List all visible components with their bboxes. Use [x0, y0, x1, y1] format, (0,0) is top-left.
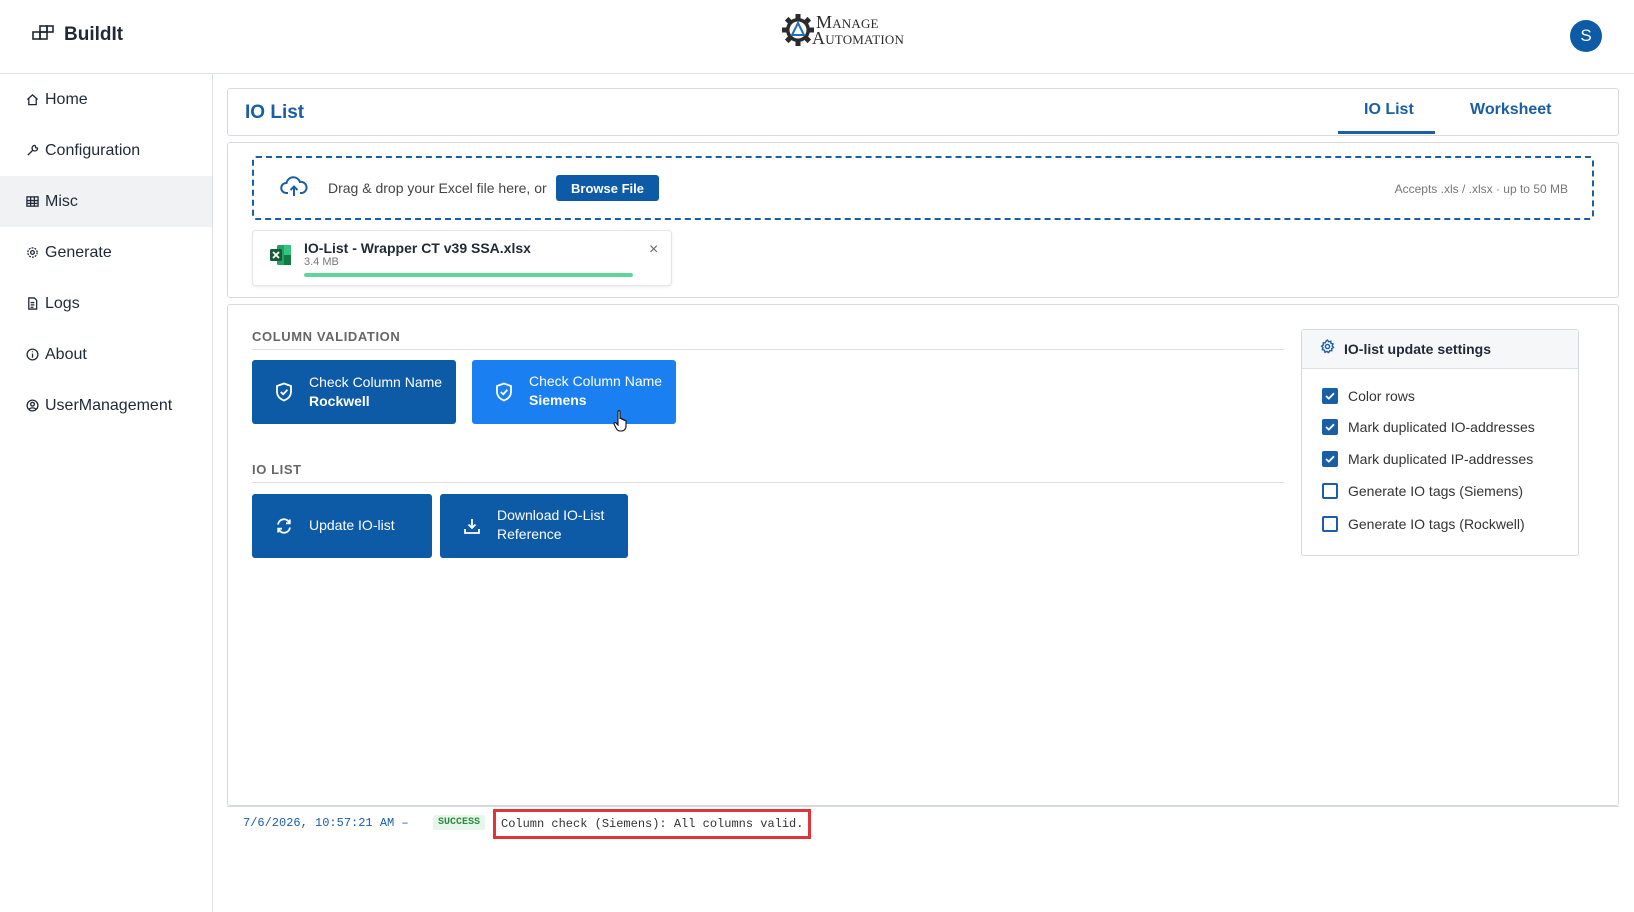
remove-file-button[interactable]: ×	[649, 241, 658, 259]
accepted-formats: Accepts .xls / .xlsx · up to 50 MB	[1394, 182, 1568, 196]
log-message: Column check (Siemens): All columns vali…	[493, 809, 812, 839]
setting-label: Generate IO tags (Rockwell)	[1348, 516, 1525, 532]
sidebar-item-logs[interactable]: Logs	[0, 278, 212, 329]
setting-label: Generate IO tags (Siemens)	[1348, 483, 1524, 499]
top-bar: BuildIt Manage Automation S	[0, 0, 1634, 74]
button-label: Update IO-list	[309, 517, 395, 533]
button-label-line2: Rockwell	[309, 393, 370, 409]
divider	[252, 349, 1284, 350]
gear-logo-icon	[782, 14, 814, 46]
sidebar-item-generate[interactable]: Generate	[0, 227, 212, 278]
sidebar-item-configuration[interactable]: Configuration	[0, 125, 212, 176]
status-badge: SUCCESS	[433, 815, 486, 830]
tab-io-list[interactable]: IO List	[1364, 101, 1414, 119]
uploaded-file-card: IO-List - Wrapper CT v39 SSA.xlsx 3.4 MB…	[252, 230, 672, 286]
file-size: 3.4 MB	[304, 256, 339, 268]
checkbox[interactable]	[1322, 483, 1338, 499]
blocks-icon	[32, 24, 54, 46]
checkbox[interactable]	[1322, 451, 1338, 467]
upload-progress-bar	[304, 273, 633, 277]
document-icon	[25, 297, 39, 311]
main-content: IO List IO List Worksheet Drag & drop yo…	[213, 74, 1634, 912]
divider	[252, 482, 1284, 483]
setting-label: Color rows	[1348, 388, 1415, 404]
company-logo: Manage Automation	[780, 12, 904, 48]
grid-icon	[25, 195, 39, 209]
user-circle-icon	[25, 399, 39, 413]
setting-generate-io-tags-siemens[interactable]: Generate IO tags (Siemens)	[1322, 483, 1523, 499]
upload-panel: Drag & drop your Excel file here, or Bro…	[227, 142, 1619, 298]
refresh-icon	[275, 517, 293, 535]
setting-generate-io-tags-rockwell[interactable]: Generate IO tags (Rockwell)	[1322, 516, 1525, 532]
sidebar-item-label: Generate	[45, 243, 112, 261]
page-title: IO List	[245, 102, 305, 123]
setting-label: Mark duplicated IO-addresses	[1348, 419, 1535, 435]
download-io-list-reference-button[interactable]: Download IO-List Reference	[440, 494, 628, 558]
setting-label: Mark duplicated IP-addresses	[1348, 451, 1534, 467]
status-log: 7/6/2026, 10:57:21 AM – SUCCESS Column c…	[227, 806, 1619, 839]
settings-header: IO-list update settings	[1302, 330, 1578, 369]
sidebar-item-label: Home	[45, 90, 88, 108]
home-icon	[25, 93, 39, 107]
button-label-line2: Reference	[497, 526, 562, 542]
log-timestamp: 7/6/2026, 10:57:21 AM –	[243, 816, 409, 830]
upload-progress-fill	[304, 273, 633, 277]
avatar[interactable]: S	[1570, 20, 1602, 52]
wrench-icon	[25, 144, 39, 158]
sidebar-item-usermanagement[interactable]: UserManagement	[0, 380, 212, 431]
sidebar-item-label: Configuration	[45, 141, 141, 159]
actions-panel: COLUMN VALIDATION Check Column Name Rock…	[227, 304, 1619, 806]
excel-file-icon	[269, 243, 293, 272]
button-label-line1: Check Column Name	[309, 374, 443, 390]
info-icon	[25, 348, 39, 362]
active-tab-indicator	[1338, 131, 1435, 134]
button-label-line2: Siemens	[529, 392, 587, 408]
hand-pointer-cursor-icon	[613, 409, 631, 438]
logo-line-2: Automation	[812, 28, 905, 48]
sidebar-item-label: Logs	[45, 294, 80, 312]
page-header: IO List IO List Worksheet	[227, 88, 1619, 136]
gear-icon	[25, 246, 39, 260]
check-column-siemens-button[interactable]: Check Column Name Siemens	[472, 360, 676, 424]
button-label-line1: Check Column Name	[529, 373, 663, 389]
dropzone-prompt: Drag & drop your Excel file here, or	[328, 180, 547, 196]
sidebar-item-home[interactable]: Home	[0, 74, 212, 125]
io-list-settings-panel: IO-list update settings Color rows Mark …	[1301, 329, 1579, 556]
brand[interactable]: BuildIt	[32, 24, 123, 46]
section-title-column-validation: COLUMN VALIDATION	[252, 329, 401, 344]
section-title-io-list: IO LIST	[252, 462, 302, 477]
cloud-upload-icon	[280, 176, 308, 203]
settings-title: IO-list update settings	[1344, 341, 1492, 357]
gear-icon	[1320, 339, 1335, 359]
app-name: BuildIt	[64, 24, 124, 45]
setting-mark-duplicated-ip-addresses[interactable]: Mark duplicated IP-addresses	[1322, 451, 1533, 467]
file-dropzone[interactable]: Drag & drop your Excel file here, or Bro…	[252, 156, 1594, 220]
sidebar-item-label: UserManagement	[45, 396, 173, 414]
tab-worksheet[interactable]: Worksheet	[1470, 101, 1552, 119]
browse-file-button[interactable]: Browse File	[556, 175, 659, 201]
sidebar-item-about[interactable]: About	[0, 329, 212, 380]
setting-color-rows[interactable]: Color rows	[1322, 388, 1415, 404]
update-io-list-button[interactable]: Update IO-list	[252, 494, 432, 558]
check-column-rockwell-button[interactable]: Check Column Name Rockwell	[252, 360, 456, 424]
button-label-line1: Download IO-List	[497, 507, 605, 523]
checkbox[interactable]	[1322, 388, 1338, 404]
checkbox[interactable]	[1322, 516, 1338, 532]
file-name: IO-List - Wrapper CT v39 SSA.xlsx	[304, 240, 531, 256]
sidebar-item-misc[interactable]: Misc	[0, 176, 212, 227]
shield-check-icon	[275, 382, 293, 402]
download-icon	[463, 517, 481, 535]
checkbox[interactable]	[1322, 419, 1338, 435]
sidebar: Home Configuration Misc Generate Logs Ab…	[0, 74, 213, 912]
sidebar-item-label: Misc	[45, 192, 78, 210]
setting-mark-duplicated-io-addresses[interactable]: Mark duplicated IO-addresses	[1322, 419, 1535, 435]
sidebar-item-label: About	[45, 345, 87, 363]
shield-check-icon	[495, 382, 513, 402]
